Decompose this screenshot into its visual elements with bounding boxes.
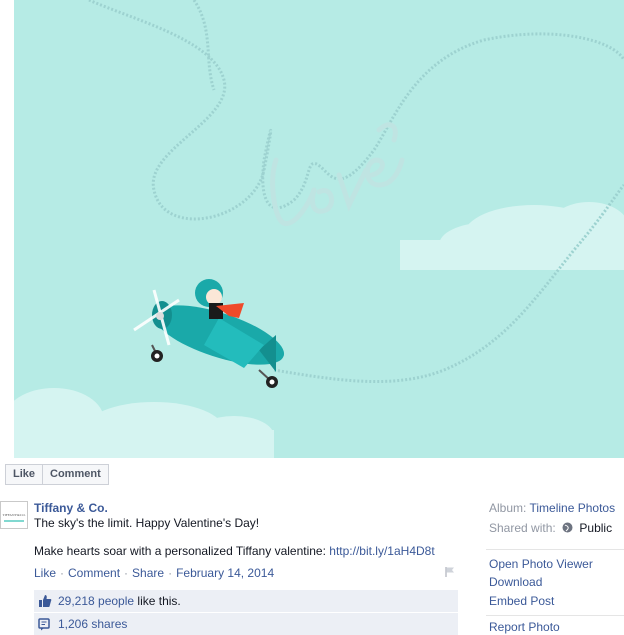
separator: · [168,566,173,580]
share-link[interactable]: Share [132,566,164,580]
cloud-left [14,388,274,458]
timeline-photo[interactable] [14,0,624,458]
post-text-line1: The sky's the limit. Happy Valentine's D… [34,516,260,530]
post-text-line2: Make hearts soar with a personalized Tif… [34,544,435,558]
photo-comment-button[interactable]: Comment [43,464,109,485]
airplane [133,279,285,388]
shares-summary: 1,206 shares [34,613,458,635]
post-date-link[interactable]: February 14, 2014 [176,566,274,580]
share-icon [38,617,50,630]
post-action-links: Like · Comment · Share · February 14, 20… [34,566,274,580]
report-photo-link[interactable]: Report Photo [489,620,560,634]
page-avatar[interactable]: TIFFANY&CO. [0,501,28,529]
separator: · [60,566,65,580]
globe-icon [562,522,573,533]
album-label: Album: [489,501,527,515]
thumbs-up-icon [39,595,52,607]
post-details: TIFFANY&CO. Tiffany & Co. The sky's the … [0,487,624,635]
cloud-right [400,202,624,270]
shared-with-label: Shared with: [489,521,556,535]
likes-count-link[interactable]: 29,218 people [58,594,134,608]
separator: · [124,566,129,580]
privacy-row: Shared with: Public [489,521,612,535]
privacy-value[interactable]: Public [579,521,612,535]
shares-count-link[interactable]: 1,206 shares [58,617,127,631]
download-link[interactable]: Download [489,575,542,589]
sidebar-divider [486,549,624,550]
photo-like-button[interactable]: Like [5,464,44,485]
comment-link[interactable]: Comment [68,566,120,580]
likes-suffix: like this. [134,594,181,608]
likes-summary: 29,218 people like this. [34,590,458,612]
likes-text: 29,218 people like this. [58,594,181,608]
album-link[interactable]: Timeline Photos [529,501,615,515]
logo-stripe [4,520,24,522]
logo-wordmark: TIFFANY&CO. [2,513,26,517]
love-lettering [270,122,405,226]
valentine-illustration [14,0,624,458]
album-row: Album: Timeline Photos [489,501,615,515]
embed-post-link[interactable]: Embed Post [489,594,554,608]
sidebar-divider [486,615,624,616]
photo-area: Like Comment [0,0,624,487]
post-url-link[interactable]: http://bit.ly/1aH4D8t [329,544,434,558]
author-name-link[interactable]: Tiffany & Co. [34,501,108,515]
flag-icon[interactable] [444,566,456,578]
open-photo-viewer-link[interactable]: Open Photo Viewer [489,557,593,571]
photo-action-bar: Like Comment [5,464,109,485]
like-link[interactable]: Like [34,566,56,580]
post-text-prefix: Make hearts soar with a personalized Tif… [34,544,330,558]
